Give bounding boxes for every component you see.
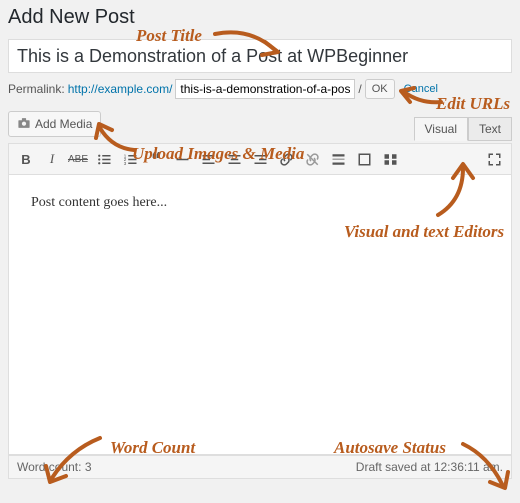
permalink-cancel-button[interactable]: Cancel — [398, 79, 444, 99]
read-more-button[interactable] — [325, 147, 351, 171]
post-content-text: Post content goes here... — [31, 195, 167, 210]
word-count: Word count: 3 — [17, 460, 92, 474]
status-bar: Word count: 3 Draft saved at 12:36:11 am… — [8, 455, 512, 479]
editor-toolbar: B I ABE 123 ❝ — [8, 143, 512, 175]
italic-button[interactable]: I — [39, 147, 65, 171]
toolbar-toggle-button[interactable] — [377, 147, 403, 171]
add-media-button[interactable]: Add Media — [8, 111, 101, 137]
post-content-editor[interactable]: Post content goes here... — [8, 175, 512, 455]
tab-visual[interactable]: Visual — [414, 117, 468, 141]
permalink-row: Permalink: http://example.com/ / OK Canc… — [8, 79, 512, 99]
hr-button[interactable] — [169, 147, 195, 171]
fullscreen-button[interactable] — [481, 147, 507, 171]
add-media-label: Add Media — [35, 117, 92, 131]
page-title: Add New Post — [8, 6, 512, 29]
permalink-ok-button[interactable]: OK — [365, 79, 395, 99]
blockquote-button[interactable]: ❝ — [143, 147, 169, 171]
camera-icon — [17, 116, 31, 133]
align-left-button[interactable] — [195, 147, 221, 171]
align-center-button[interactable] — [221, 147, 247, 171]
link-button[interactable] — [273, 147, 299, 171]
permalink-base-link[interactable]: http://example.com/ — [68, 82, 173, 96]
align-right-button[interactable] — [247, 147, 273, 171]
editor-tabs: Visual Text — [414, 117, 512, 141]
post-title-input[interactable] — [8, 39, 512, 73]
distraction-free-icon[interactable] — [351, 147, 377, 171]
bullet-list-button[interactable] — [91, 147, 117, 171]
permalink-label: Permalink: — [8, 82, 65, 96]
permalink-slug-input[interactable] — [175, 79, 355, 99]
tab-text[interactable]: Text — [468, 117, 512, 141]
strike-button[interactable]: ABE — [65, 147, 91, 171]
editor-wrap: Visual Text B I ABE 123 ❝ Post content g… — [8, 143, 512, 479]
svg-text:3: 3 — [123, 160, 126, 165]
number-list-button[interactable]: 123 — [117, 147, 143, 171]
permalink-slash: / — [358, 82, 361, 96]
unlink-button[interactable] — [299, 147, 325, 171]
bold-button[interactable]: B — [13, 147, 39, 171]
autosave-status: Draft saved at 12:36:11 am. — [356, 460, 503, 474]
